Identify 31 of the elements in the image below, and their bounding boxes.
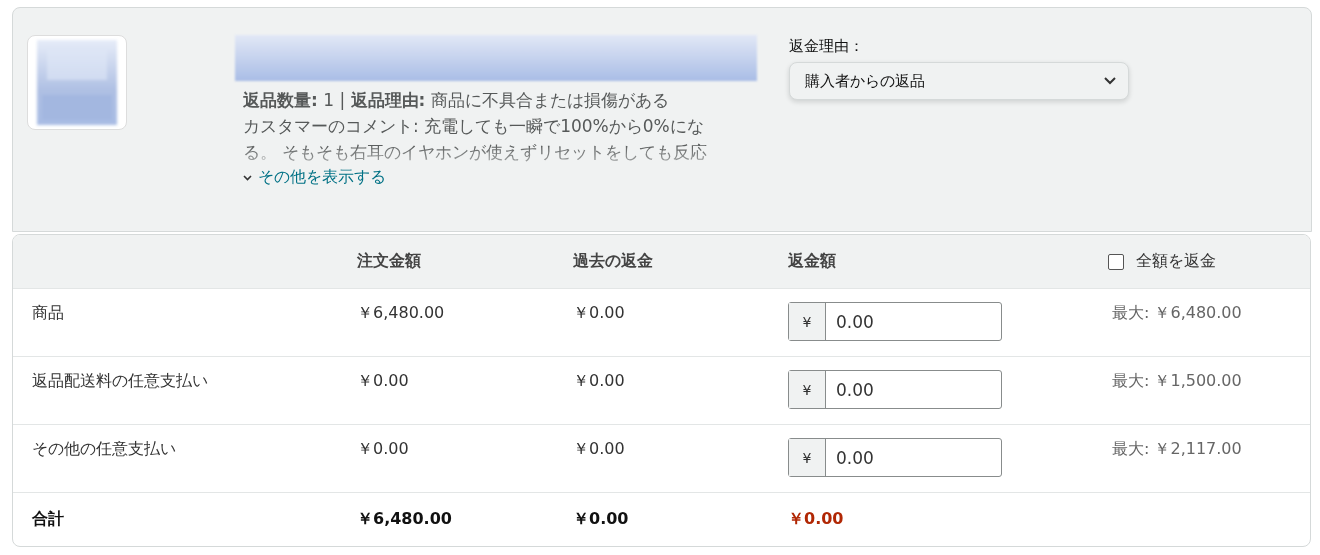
row-label: 返品配送料の任意支払い: [31, 371, 209, 392]
column-header: 返金額: [787, 251, 837, 272]
reason-dropdown[interactable]: 購入者からの返品: [789, 62, 1129, 100]
table-cell-text: ￥6,480.00: [356, 509, 453, 530]
table-cell-text: ￥6,480.00: [356, 303, 446, 324]
reason-label: 返金理由：: [789, 37, 865, 56]
customer-comment: カスタマーのコメント: 充電しても一瞬で100%から0%になる。 そもそも右耳のイヤホンが使えずリセットをしても反応: [243, 115, 709, 164]
chevron-down-icon: [1104, 77, 1116, 85]
max-amount: 最大: ￥2,117.00: [1111, 439, 1243, 460]
full-refund-checkbox[interactable]: 全額を返金: [1093, 251, 1310, 272]
show-more-link[interactable]: その他を表示する: [243, 167, 386, 188]
max-amount: 最大: ￥6,480.00: [1111, 303, 1243, 324]
amount-field[interactable]: ¥ 0.00: [788, 302, 1002, 341]
return-summary: 返品数量: 1 | 返品理由: 商品に不具合または損傷がある: [243, 89, 670, 112]
max-amount: 最大: ￥1,500.00: [1111, 371, 1243, 392]
table-cell-text: ￥0.00: [356, 371, 410, 392]
chevron-down-icon: [243, 174, 252, 181]
refund-total: ￥0.00: [787, 509, 845, 530]
table-cell-text: ￥0.00: [572, 509, 630, 530]
amount-field[interactable]: ¥ 0.00: [788, 438, 1002, 477]
table-cell-text: ￥0.00: [356, 439, 410, 460]
column-header: 注文金額: [356, 251, 422, 272]
table-cell-text: ￥0.00: [572, 371, 626, 392]
column-header: 過去の返金: [572, 251, 654, 272]
table-cell-text: ￥0.00: [572, 303, 626, 324]
total-label: 合計: [31, 509, 65, 530]
amount-field[interactable]: ¥ 0.00: [788, 370, 1002, 409]
table-cell-text: ￥0.00: [572, 439, 626, 460]
row-label: 商品: [31, 303, 65, 324]
checkbox[interactable]: [1108, 253, 1124, 270]
row-label: その他の任意支払い: [31, 439, 177, 460]
